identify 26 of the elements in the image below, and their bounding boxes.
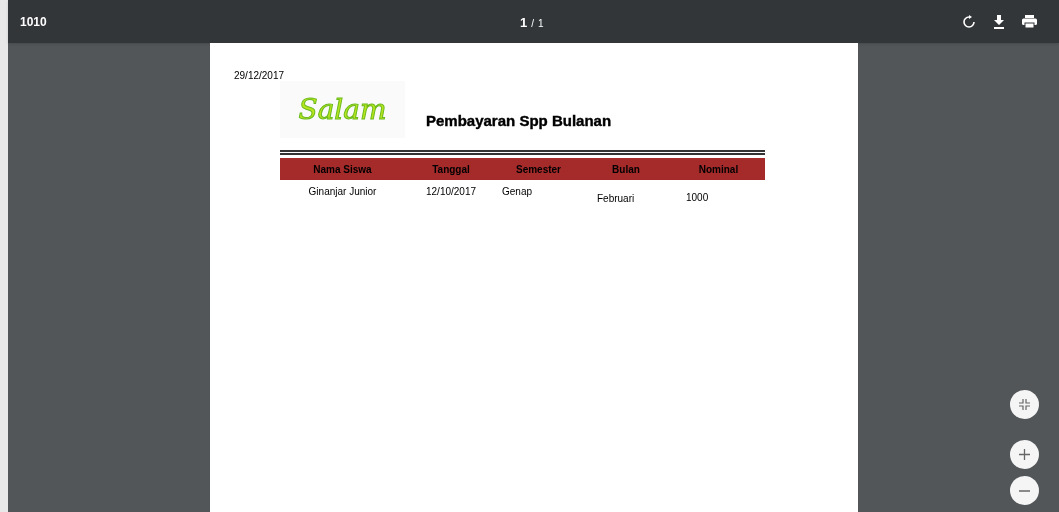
logo: Salam — [280, 81, 405, 138]
download-icon[interactable] — [993, 14, 1005, 29]
page-separator: / — [531, 17, 534, 31]
table-cell: Genap — [497, 180, 580, 206]
column-header: Semester — [497, 158, 580, 180]
plus-icon — [1019, 449, 1030, 460]
fit-page-button[interactable] — [1010, 390, 1039, 419]
fit-page-icon — [1019, 399, 1030, 410]
page-count: 1 — [538, 17, 544, 31]
table-cell: 12/10/2017 — [405, 180, 497, 206]
report-title: Pembayaran Spp Bulanan — [426, 110, 612, 131]
column-header: Nama Siswa — [280, 158, 405, 180]
table-cell: Februari — [580, 180, 672, 206]
document-title: 1010 — [20, 13, 47, 31]
print-icon[interactable] — [1022, 15, 1037, 28]
page-number: 1 — [520, 14, 528, 32]
table-cell: 1000 — [672, 180, 765, 206]
rotate-icon[interactable] — [962, 14, 976, 29]
column-header: Tanggal — [405, 158, 497, 180]
zoom-in-button[interactable] — [1010, 440, 1039, 469]
column-header: Bulan — [580, 158, 672, 180]
table-cell: Ginanjar Junior — [280, 180, 405, 206]
minus-icon — [1019, 489, 1030, 492]
print-date: 29/12/2017 — [234, 69, 286, 83]
zoom-out-button[interactable] — [1010, 476, 1039, 505]
column-header: Nominal — [672, 158, 765, 180]
